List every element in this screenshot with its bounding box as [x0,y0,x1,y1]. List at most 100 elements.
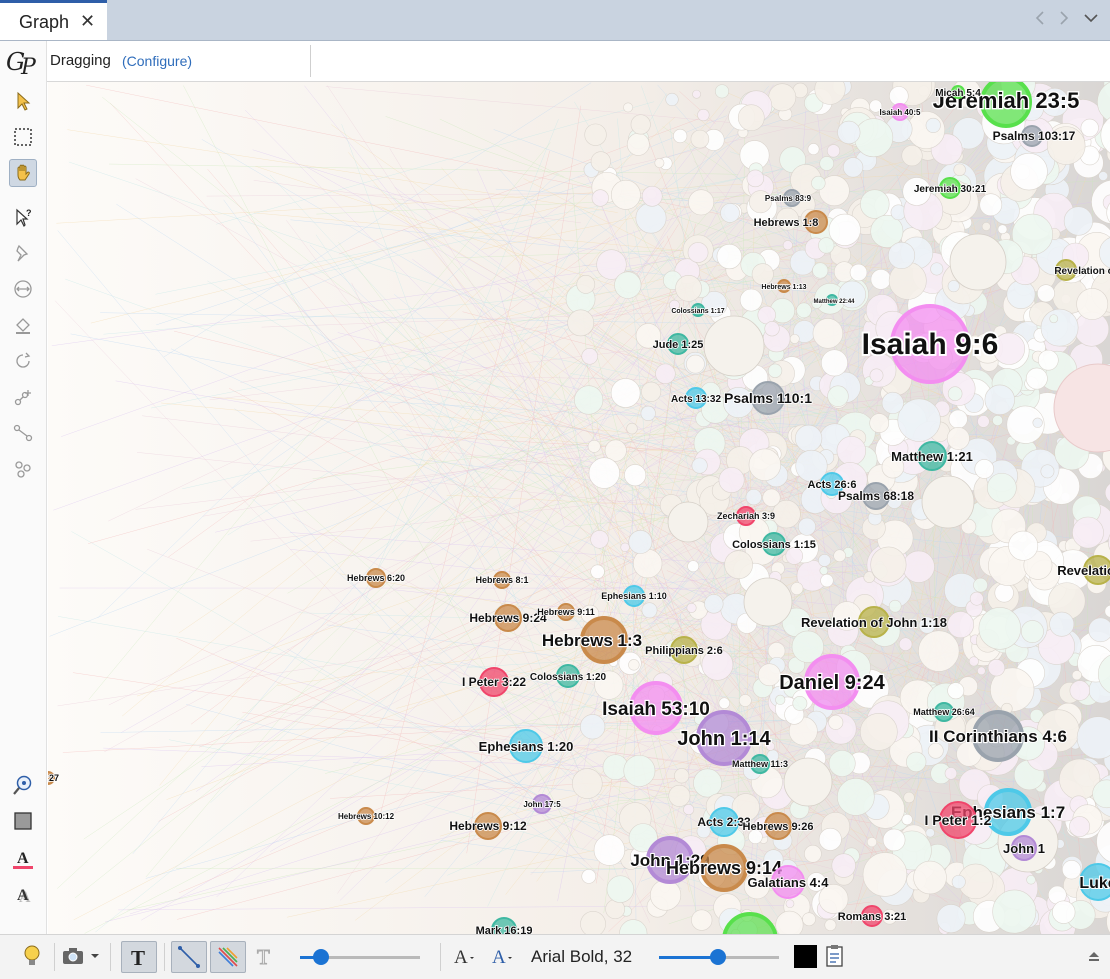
background-node [666,93,679,106]
stretch-icon[interactable] [9,275,37,303]
background-node [592,190,609,207]
graph-svg[interactable]: Jeremiah 23:5Micah 5:4Isaiah 40:5Psalms … [48,82,1110,934]
font-label[interactable]: Arial Bold, 32 [531,947,632,967]
graph-node[interactable]: Micah 5:4 [935,86,981,99]
rotate-icon[interactable] [9,347,37,375]
clipboard-icon[interactable] [822,941,848,971]
node-label: Isaiah 9:6 [862,328,999,361]
close-icon[interactable]: ✕ [80,11,95,32]
node-label: Hebrews 1:13 [761,284,806,291]
pin-icon[interactable] [9,239,37,267]
lightbulb-icon[interactable] [20,941,44,971]
background-node [725,551,753,579]
background-node [614,272,641,299]
slider-thumb[interactable] [313,949,329,965]
cluster-icon[interactable] [9,455,37,483]
eject-icon[interactable] [1084,941,1104,971]
edges-toggle-icon[interactable] [171,941,207,973]
background-node [793,696,807,710]
background-node [683,804,694,815]
background-node [1099,171,1108,180]
tab-graph[interactable]: Graph ✕ [0,0,107,40]
background-color-icon[interactable] [9,807,37,835]
background-node [883,829,905,851]
node-label: Isaiah 40:5 [880,108,921,117]
background-node [948,387,962,401]
marquee-select-icon[interactable] [9,123,37,151]
background-node [1026,368,1047,389]
camera-icon[interactable] [60,941,86,971]
tab-title: Graph [19,12,69,33]
text-labels-toggle[interactable]: T [121,941,157,973]
background-node [591,530,609,548]
background-node [855,119,893,157]
background-node [717,244,742,269]
graph-node[interactable]: Luke [1079,864,1110,900]
font-color-icon[interactable]: A [452,941,478,971]
background-node [585,124,607,146]
background-node [1072,670,1082,680]
background-node [631,115,650,134]
tab-menu-chevron-icon[interactable] [1083,10,1099,31]
background-node [624,755,655,786]
background-node [749,449,781,481]
background-node [1062,860,1081,879]
node-label: Zechariah 3:9 [717,511,775,521]
fill-icon[interactable] [9,311,37,339]
background-node [636,203,666,233]
background-node [668,502,708,542]
drag-hand-icon[interactable] [9,159,37,187]
background-node [948,280,959,291]
zoom-fit-icon[interactable] [9,771,37,799]
background-node [791,583,803,595]
background-node [889,262,926,299]
background-node [698,109,710,121]
node-label: Luke [1079,875,1110,892]
background-node [860,190,889,219]
forward-arrow-icon[interactable] [1058,10,1070,31]
node-label: John 1:14 [677,728,771,750]
help-pointer-icon[interactable]: ? [9,203,37,231]
text-outline-icon[interactable]: T [250,941,280,971]
colored-edges-toggle-icon[interactable] [210,941,246,973]
background-node [676,275,702,301]
node-label: Galatians 4:4 [748,875,830,890]
text-color-icon[interactable]: A [9,845,37,873]
node-label: John 17:5 [523,800,561,809]
slider-thumb[interactable] [710,949,726,965]
background-node [813,318,843,348]
background-node [860,713,897,750]
tab-bar: Graph ✕ [0,0,1110,41]
add-node-icon[interactable] [9,383,37,411]
background-node [692,90,700,98]
graph-node[interactable]: 7:27 [48,772,59,784]
background-node [715,85,728,98]
background-node [1037,285,1054,302]
connect-nodes-icon[interactable] [9,419,37,447]
pointer-arrow-icon[interactable] [9,87,37,115]
label-color-swatch[interactable] [792,941,818,971]
configure-link[interactable]: (Configure) [122,53,192,69]
background-node [738,105,764,131]
background-node [591,152,611,172]
back-arrow-icon[interactable] [1034,10,1046,31]
background-node [1011,153,1048,190]
background-node [719,698,730,709]
background-node [1077,288,1108,319]
background-node [629,530,652,553]
svg-text:?: ? [26,208,32,218]
background-node [926,118,941,133]
background-node [1009,531,1038,560]
font-style-icon[interactable]: A [490,941,516,971]
background-node [721,203,740,222]
chevron-down-icon[interactable] [88,941,102,971]
background-node [998,225,1007,234]
graph-canvas[interactable]: Jeremiah 23:5Micah 5:4Isaiah 40:5Psalms … [48,82,1110,934]
background-node [980,194,1002,216]
text-shadow-icon[interactable]: AA [9,881,37,909]
background-node [871,547,906,582]
background-node [623,103,632,112]
background-node [995,583,1014,602]
background-node [949,410,967,428]
svg-text:A: A [17,850,29,867]
